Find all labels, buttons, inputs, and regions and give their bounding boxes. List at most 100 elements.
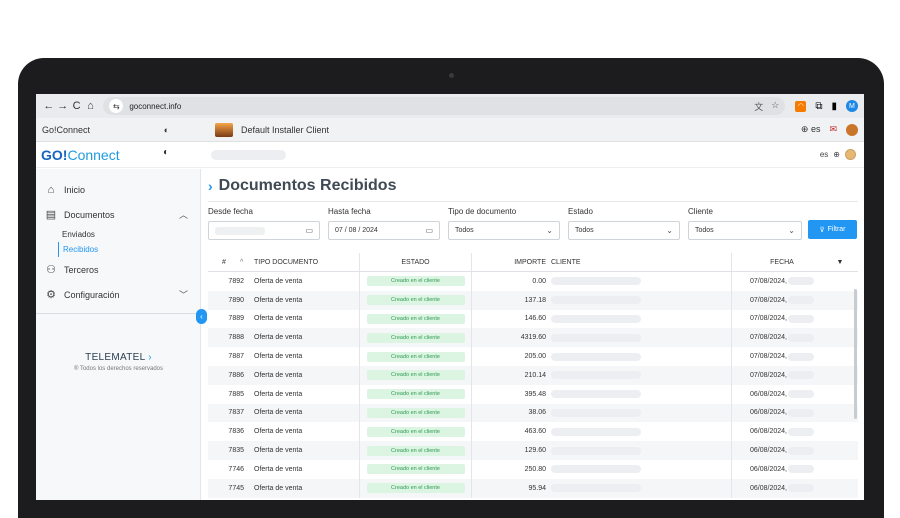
goconnect-logo[interactable]: GO!Connect	[41, 147, 120, 163]
language-code[interactable]: es	[820, 150, 828, 159]
sidepanel-icon[interactable]: ▮	[831, 101, 837, 112]
status-badge: Creado en el cliente	[366, 389, 465, 400]
mail-icon[interactable]: ✉	[829, 124, 837, 135]
sidebar-item-label: Documentos	[64, 209, 115, 220]
table-row[interactable]: 7892 Oferta de venta Creado en el cliente 0…	[208, 272, 858, 291]
row-estado: Creado en el cliente	[360, 403, 472, 423]
table-row[interactable]: 7745 Oferta de venta Creado en el cliente 9…	[208, 478, 858, 498]
table-row[interactable]: 7835 Oferta de venta Creado en el cliente 1…	[208, 441, 858, 460]
blurred-time	[787, 371, 814, 380]
sidebar-subitem-enviados[interactable]: Enviados	[36, 227, 200, 242]
theme-toggle-icon[interactable]: ◐	[163, 147, 169, 163]
main-content: › Documentos Recibidos Desde fecha ▭ Has…	[208, 169, 864, 500]
installer-bar: Go!Connect ◐ Default Installer Client ⊕ …	[36, 118, 864, 142]
column-header-tipo[interactable]: TIPO DOCUMENTO	[250, 253, 360, 271]
row-importe: 4319.60	[520, 334, 546, 342]
status-badge: Creado en el cliente	[366, 332, 465, 343]
sidebar-subitem-recibidos[interactable]: Recibidos	[58, 242, 200, 257]
desde-fecha-label: Desde fecha	[208, 207, 253, 216]
tipo-documento-label: Tipo de documento	[448, 207, 517, 216]
row-estado: Creado en el cliente	[360, 459, 472, 479]
blurred-time	[787, 352, 814, 361]
profile-avatar-icon[interactable]: M	[845, 100, 858, 112]
back-button[interactable]: ←	[42, 100, 56, 112]
column-menu-icon[interactable]: ▼	[832, 259, 848, 266]
row-number: 7888	[228, 334, 244, 342]
home-button[interactable]: ⌂	[83, 100, 97, 112]
table-row[interactable]: 7837 Oferta de venta Creado en el cliente 3…	[208, 403, 858, 423]
table-row[interactable]: 7746 Oferta de venta Creado en el cliente 2…	[208, 459, 858, 479]
table-row[interactable]: 7889 Oferta de venta Creado en el cliente 1…	[208, 309, 858, 329]
table-row[interactable]: 7888 Oferta de venta Creado en el cliente 4…	[208, 328, 858, 348]
table-scrollbar[interactable]	[854, 289, 857, 419]
row-number: 7885	[228, 390, 244, 398]
row-fecha-text: 06/08/2024,	[750, 447, 787, 455]
tipo-documento-select[interactable]: Todos ⌄	[448, 221, 560, 240]
row-importe: 137.18	[524, 296, 546, 304]
user-avatar[interactable]	[846, 123, 858, 136]
row-fecha-text: 07/08/2024,	[750, 371, 787, 379]
sidebar-item-label: Configuración	[64, 289, 120, 300]
extensions-icon[interactable]: ⧉	[815, 101, 822, 112]
forward-button[interactable]: →	[56, 100, 70, 112]
table-row[interactable]: 7886 Oferta de venta Creado en el cliente 2…	[208, 365, 858, 385]
column-header-fecha[interactable]: FECHA	[732, 259, 832, 266]
column-header-cliente[interactable]: CLIENTE	[548, 253, 732, 271]
hasta-fecha-input[interactable]: 07 / 08 / 2024 ▭	[328, 221, 440, 240]
blurred-time	[787, 277, 814, 286]
row-fecha: 06/08/2024,	[732, 484, 832, 493]
address-bar[interactable]: ⇆ goconnect.info 文 ☆	[103, 97, 786, 115]
sidebar-item-terceros[interactable]: ⚇ Terceros	[36, 257, 200, 282]
row-fecha-text: 07/08/2024,	[750, 334, 787, 342]
translate-icon[interactable]: 文	[754, 100, 763, 113]
desde-fecha-input[interactable]: ▭	[208, 221, 320, 240]
row-number: 7835	[228, 447, 244, 455]
row-tipo: Oferta de venta	[250, 290, 360, 310]
screen: ← → C ⌂ ⇆ goconnect.info 文 ☆ ◠ ⧉ ▮ M Go!…	[36, 94, 864, 500]
column-header-num[interactable]: #	[208, 259, 240, 266]
url-text[interactable]: goconnect.info	[129, 102, 181, 111]
documents-table: # ^ TIPO DOCUMENTO ESTADO IMPORTE CLIENT…	[208, 253, 858, 498]
user-avatar[interactable]	[845, 149, 856, 160]
filtrar-button[interactable]: ⊽ Filtrar	[808, 220, 857, 239]
row-importe: 38.06	[528, 409, 546, 417]
language-selector[interactable]: ⊕ es	[801, 124, 821, 135]
row-number: 7890	[228, 296, 244, 304]
sort-asc-icon[interactable]: ^	[240, 259, 250, 266]
sidebar-item-documentos[interactable]: ▤ Documentos ︿	[36, 202, 200, 227]
language-code: es	[810, 124, 821, 134]
column-header-importe[interactable]: IMPORTE	[472, 259, 548, 266]
blurred-time	[787, 296, 814, 305]
sidebar-item-inicio[interactable]: ⌂ Inicio	[36, 177, 200, 202]
row-cliente	[548, 422, 732, 442]
table-row[interactable]: 7836 Oferta de venta Creado en el cliente 4…	[208, 422, 858, 442]
rss-extension-icon[interactable]: ◠	[795, 100, 807, 112]
hasta-fecha-value: 07 / 08 / 2024	[335, 227, 378, 234]
row-number: 7745	[228, 484, 244, 492]
row-fecha-text: 06/08/2024,	[750, 428, 787, 436]
row-fecha: 07/08/2024,	[732, 314, 832, 323]
sidebar-item-label: Terceros	[64, 264, 99, 275]
table-row[interactable]: 7890 Oferta de venta Creado en el cliente 1…	[208, 290, 858, 310]
table-row[interactable]: 7887 Oferta de venta Creado en el cliente 2…	[208, 347, 858, 366]
column-header-estado[interactable]: ESTADO	[360, 253, 472, 271]
globe-icon[interactable]: ⊕	[833, 150, 840, 159]
row-importe: 250.80	[524, 465, 546, 473]
client-name[interactable]: Default Installer Client	[241, 125, 329, 135]
table-row[interactable]: 7885 Oferta de venta Creado en el cliente 3…	[208, 384, 858, 404]
collapse-sidebar-button[interactable]: ‹	[196, 309, 207, 324]
site-info-icon[interactable]: ⇆	[109, 99, 124, 113]
estado-select[interactable]: Todos ⌄	[568, 221, 680, 240]
page-title-text: Documentos Recibidos	[218, 177, 397, 194]
chevron-down-icon[interactable]: ﹀	[179, 288, 188, 301]
sidebar-item-configuracion[interactable]: ⚙ Configuración ﹀	[36, 282, 200, 307]
calendar-icon[interactable]: ▭	[305, 226, 313, 235]
telematel-logo[interactable]: TELEMATEL ›	[36, 352, 201, 363]
row-number: 7889	[228, 315, 244, 323]
cliente-select[interactable]: Todos ⌄	[688, 221, 802, 240]
reload-button[interactable]: C	[70, 100, 84, 112]
bookmark-star-icon[interactable]: ☆	[771, 100, 779, 113]
calendar-icon[interactable]: ▭	[425, 226, 433, 235]
chevron-up-icon[interactable]: ︿	[179, 208, 188, 221]
theme-toggle-icon[interactable]: ◐	[164, 125, 169, 135]
